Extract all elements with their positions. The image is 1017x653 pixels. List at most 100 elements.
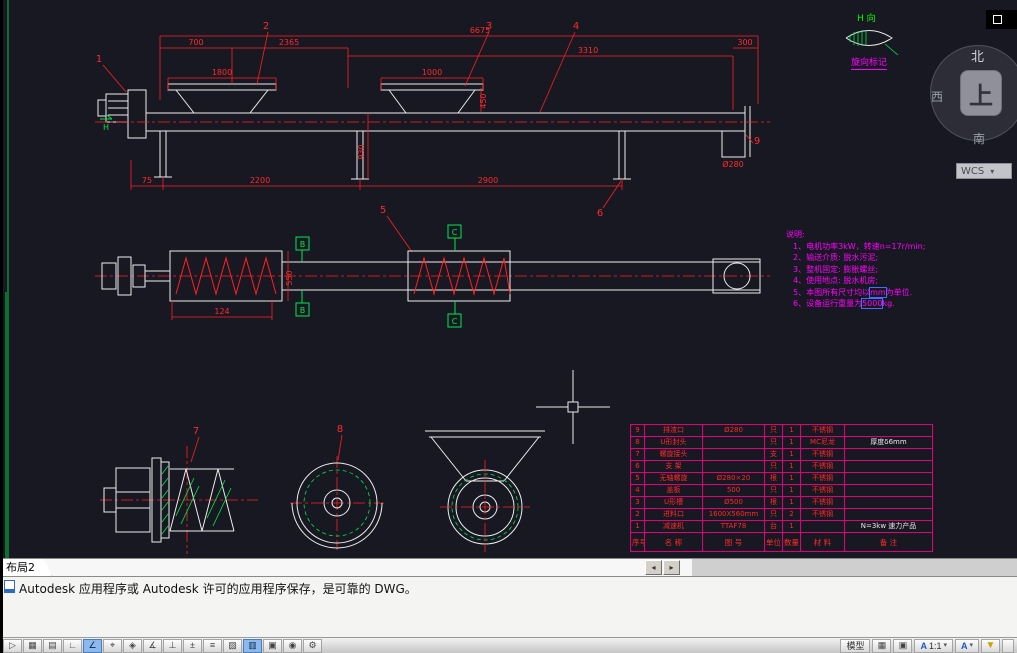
grid-display-icon[interactable]: ▤	[43, 638, 62, 653]
note-line-2: 2、输送介质: 脱水污泥;	[793, 253, 879, 262]
table-cell: U形槽	[644, 496, 703, 509]
table-row: 7 螺旋接头 支 1 不锈钢	[630, 448, 933, 461]
viewcube-up-face[interactable]: 上	[960, 70, 1002, 116]
svg-text:6: 6	[597, 208, 603, 219]
scroll-right-button[interactable]: ▸	[663, 560, 680, 575]
viewcube-west[interactable]: 西	[931, 88, 943, 105]
table-cell	[844, 508, 933, 521]
viewcube-north[interactable]: 北	[971, 46, 984, 65]
command-line-area[interactable]: Autodesk 应用程序或 Autodesk 许可的应用程序保存，是可靠的 D…	[0, 576, 1017, 637]
svg-text:450: 450	[479, 93, 488, 108]
table-cell: MC尼龙	[800, 436, 845, 449]
trusted-dwg-icon	[4, 580, 15, 593]
table-header-cell: 数量	[782, 532, 801, 552]
section-marker-letters: B B C C	[300, 228, 458, 326]
table-header-cell: 材 料	[800, 532, 845, 552]
viewcube-south[interactable]: 南	[973, 130, 985, 147]
table-cell: 8	[630, 436, 645, 449]
table-cell: N=3kw 速力产品	[844, 520, 933, 533]
window-left-edge	[0, 0, 3, 653]
h-view-title: H 向	[857, 14, 876, 24]
table-cell	[844, 448, 933, 461]
svg-text:2900: 2900	[478, 176, 498, 185]
chevron-down-icon: ▾	[969, 641, 973, 649]
svg-text:1: 1	[96, 54, 102, 65]
object-snap-icon[interactable]: ⌖	[103, 638, 122, 653]
dynamic-ucs-icon[interactable]: ⊥	[163, 638, 182, 653]
3d-object-snap-icon[interactable]: ◈	[123, 638, 142, 653]
scroll-left-button[interactable]: ◂	[645, 560, 662, 575]
table-cell: 不锈钢	[800, 472, 845, 485]
svg-text:4: 4	[573, 21, 579, 32]
snap-mode-icon[interactable]: ▦	[23, 638, 42, 653]
svg-text:2: 2	[263, 21, 269, 32]
note-line-1: 1、电机功率3kW，转速n=17r/min;	[793, 241, 926, 251]
table-cell: 不锈钢	[800, 448, 845, 461]
note-line-4: 4、使用地点: 脱水机房;	[793, 276, 879, 285]
parts-table: 9 排渣口 Ø280 只 1 不锈钢 8 U形封头只 1 MC尼龙 厚度δ6mm 7 螺旋接头支 1 不锈钢…	[630, 424, 933, 552]
transparency-icon[interactable]: ▨	[223, 638, 242, 653]
restore-window-icon[interactable]	[993, 15, 1002, 24]
table-cell: 1	[782, 496, 801, 509]
table-cell: 进料口	[644, 508, 703, 521]
table-cell: U形封头	[644, 436, 703, 449]
table-header-row: 序号名 称图 号单位数量材 料备 注	[630, 532, 933, 552]
isolate-objects-icon[interactable]: ▼	[981, 638, 1000, 653]
svg-text:300: 300	[737, 38, 752, 47]
table-cell: 1	[782, 520, 801, 533]
table-row: 6支 架 只 1 不锈钢	[630, 460, 933, 473]
selection-cycling-icon[interactable]: ▣	[263, 638, 282, 653]
chevron-down-icon: ▾	[943, 641, 947, 649]
annotation-monitor-icon[interactable]: ◉	[283, 638, 302, 653]
tab-layout2[interactable]: 布局2	[0, 559, 52, 577]
table-cell: 台	[764, 520, 783, 533]
table-cell: 1	[782, 472, 801, 485]
ortho-mode-icon[interactable]: ∟	[63, 638, 82, 653]
section-view-8	[290, 456, 384, 550]
table-cell	[844, 424, 933, 437]
svg-text:2200: 2200	[250, 176, 270, 185]
table-cell: 500	[702, 484, 765, 497]
annotation-visibility-button[interactable]: A ▾	[954, 638, 979, 653]
statusbar-overflow-button[interactable]	[1002, 638, 1014, 653]
svg-text:9: 9	[754, 136, 760, 147]
tab-strip-track	[0, 559, 692, 577]
quick-properties-icon[interactable]: ▥	[243, 638, 262, 653]
horizontal-scrollbar[interactable]: ◂ ▸	[645, 560, 680, 576]
object-snap-tracking-icon[interactable]: ∡	[143, 638, 162, 653]
table-cell: Ø280×20	[702, 472, 765, 485]
svg-text:550: 550	[285, 270, 294, 285]
window-controls[interactable]	[986, 10, 1017, 29]
svg-text:5: 5	[380, 205, 386, 216]
svg-text:1000: 1000	[422, 68, 442, 77]
annotation-scale-button[interactable]: A 1:1 ▾	[914, 638, 953, 653]
note-line-5: 5、本图所有尺寸均以mm为单位.	[793, 286, 913, 298]
infer-constraints-icon[interactable]: ▷	[3, 638, 22, 653]
top-view-dimension-text: 6675 700 2365 3310 300 1800 1000 450 930…	[142, 26, 753, 185]
model-space-button[interactable]: 模型	[840, 638, 871, 653]
lineweight-icon[interactable]: ≡	[203, 638, 222, 653]
table-cell: 不锈钢	[800, 496, 845, 509]
table-cell: 5	[630, 472, 645, 485]
statusbar-right: 模型 ▦ ▣ A 1:1 ▾ A ▾ ▼	[840, 638, 1014, 653]
table-cell: 只	[764, 484, 783, 497]
workspace-gear-icon[interactable]: ⚙	[303, 638, 322, 653]
table-header-cell: 单位	[764, 532, 783, 552]
chevron-down-icon: ▾	[990, 166, 995, 176]
layout-icon[interactable]: ▦	[872, 638, 892, 653]
table-cell	[844, 484, 933, 497]
wcs-selector[interactable]: WCS ▾	[956, 163, 1012, 179]
status-bar: ▷ ▦ ▤ ∟ ∠ ⌖ ◈ ∡ ⊥ ± ≡ ▨ ▥ ▣ ◉ ⚙ 模型 ▦ ▣ A 1:1 ▾ A ▾ ▼	[0, 637, 1017, 653]
dynamic-input-icon[interactable]: ±	[183, 638, 202, 653]
polar-tracking-icon[interactable]: ∠	[83, 638, 102, 653]
table-cell: 根	[764, 472, 783, 485]
svg-text:700: 700	[188, 38, 203, 47]
svg-text:3: 3	[486, 21, 492, 32]
table-cell: 4	[630, 484, 645, 497]
drawing-canvas[interactable]: H 6675 700 2365 3310 300 1800 1000 450 9…	[0, 0, 1017, 558]
table-header-cell: 备 注	[844, 532, 933, 552]
drawing-notes: 说明: 1、电机功率3kW，转速n=17r/min; 2、输送介质: 脱水污泥;…	[786, 229, 925, 310]
notes-title: 说明:	[786, 230, 805, 239]
svg-text:75: 75	[142, 176, 152, 185]
layout-preview-icon[interactable]: ▣	[893, 638, 913, 653]
